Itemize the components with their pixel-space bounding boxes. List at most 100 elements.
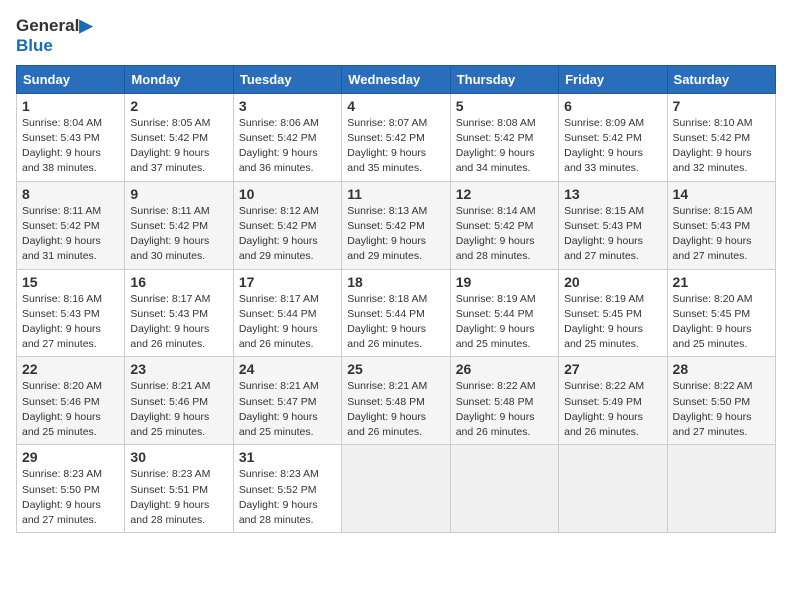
day-cell: 29 Sunrise: 8:23 AMSunset: 5:50 PMDaylig…: [17, 445, 125, 533]
day-cell: [559, 445, 667, 533]
header-cell-sunday: Sunday: [17, 65, 125, 93]
day-number: 27: [564, 361, 661, 377]
day-info: Sunrise: 8:23 AMSunset: 5:51 PMDaylight:…: [130, 467, 227, 528]
day-info: Sunrise: 8:13 AMSunset: 5:42 PMDaylight:…: [347, 204, 444, 265]
header-cell-thursday: Thursday: [450, 65, 558, 93]
day-cell: 5 Sunrise: 8:08 AMSunset: 5:42 PMDayligh…: [450, 93, 558, 181]
day-info: Sunrise: 8:23 AMSunset: 5:50 PMDaylight:…: [22, 467, 119, 528]
day-number: 5: [456, 98, 553, 114]
day-info: Sunrise: 8:04 AMSunset: 5:43 PMDaylight:…: [22, 116, 119, 177]
day-cell: 30 Sunrise: 8:23 AMSunset: 5:51 PMDaylig…: [125, 445, 233, 533]
header-cell-wednesday: Wednesday: [342, 65, 450, 93]
day-number: 1: [22, 98, 119, 114]
day-info: Sunrise: 8:16 AMSunset: 5:43 PMDaylight:…: [22, 292, 119, 353]
day-cell: 25 Sunrise: 8:21 AMSunset: 5:48 PMDaylig…: [342, 357, 450, 445]
day-number: 4: [347, 98, 444, 114]
day-info: Sunrise: 8:22 AMSunset: 5:49 PMDaylight:…: [564, 379, 661, 440]
day-info: Sunrise: 8:19 AMSunset: 5:44 PMDaylight:…: [456, 292, 553, 353]
day-cell: 4 Sunrise: 8:07 AMSunset: 5:42 PMDayligh…: [342, 93, 450, 181]
day-cell: 26 Sunrise: 8:22 AMSunset: 5:48 PMDaylig…: [450, 357, 558, 445]
day-cell: [667, 445, 775, 533]
calendar-table: SundayMondayTuesdayWednesdayThursdayFrid…: [16, 65, 776, 533]
header-cell-tuesday: Tuesday: [233, 65, 341, 93]
day-cell: 22 Sunrise: 8:20 AMSunset: 5:46 PMDaylig…: [17, 357, 125, 445]
day-cell: 18 Sunrise: 8:18 AMSunset: 5:44 PMDaylig…: [342, 269, 450, 357]
day-info: Sunrise: 8:09 AMSunset: 5:42 PMDaylight:…: [564, 116, 661, 177]
day-info: Sunrise: 8:23 AMSunset: 5:52 PMDaylight:…: [239, 467, 336, 528]
day-number: 25: [347, 361, 444, 377]
day-cell: 19 Sunrise: 8:19 AMSunset: 5:44 PMDaylig…: [450, 269, 558, 357]
day-info: Sunrise: 8:15 AMSunset: 5:43 PMDaylight:…: [673, 204, 770, 265]
day-cell: 11 Sunrise: 8:13 AMSunset: 5:42 PMDaylig…: [342, 181, 450, 269]
day-cell: 6 Sunrise: 8:09 AMSunset: 5:42 PMDayligh…: [559, 93, 667, 181]
logo: General▶ Blue: [16, 16, 92, 57]
week-row-3: 15 Sunrise: 8:16 AMSunset: 5:43 PMDaylig…: [17, 269, 776, 357]
day-info: Sunrise: 8:10 AMSunset: 5:42 PMDaylight:…: [673, 116, 770, 177]
day-info: Sunrise: 8:17 AMSunset: 5:44 PMDaylight:…: [239, 292, 336, 353]
day-info: Sunrise: 8:19 AMSunset: 5:45 PMDaylight:…: [564, 292, 661, 353]
week-row-2: 8 Sunrise: 8:11 AMSunset: 5:42 PMDayligh…: [17, 181, 776, 269]
day-cell: 31 Sunrise: 8:23 AMSunset: 5:52 PMDaylig…: [233, 445, 341, 533]
day-cell: 14 Sunrise: 8:15 AMSunset: 5:43 PMDaylig…: [667, 181, 775, 269]
day-info: Sunrise: 8:21 AMSunset: 5:48 PMDaylight:…: [347, 379, 444, 440]
day-number: 22: [22, 361, 119, 377]
day-number: 15: [22, 274, 119, 290]
day-cell: 13 Sunrise: 8:15 AMSunset: 5:43 PMDaylig…: [559, 181, 667, 269]
day-cell: 3 Sunrise: 8:06 AMSunset: 5:42 PMDayligh…: [233, 93, 341, 181]
day-cell: 24 Sunrise: 8:21 AMSunset: 5:47 PMDaylig…: [233, 357, 341, 445]
day-number: 28: [673, 361, 770, 377]
day-number: 6: [564, 98, 661, 114]
day-cell: 23 Sunrise: 8:21 AMSunset: 5:46 PMDaylig…: [125, 357, 233, 445]
day-info: Sunrise: 8:22 AMSunset: 5:48 PMDaylight:…: [456, 379, 553, 440]
day-number: 10: [239, 186, 336, 202]
header-cell-friday: Friday: [559, 65, 667, 93]
day-cell: 9 Sunrise: 8:11 AMSunset: 5:42 PMDayligh…: [125, 181, 233, 269]
day-cell: 12 Sunrise: 8:14 AMSunset: 5:42 PMDaylig…: [450, 181, 558, 269]
day-number: 30: [130, 449, 227, 465]
day-info: Sunrise: 8:15 AMSunset: 5:43 PMDaylight:…: [564, 204, 661, 265]
week-row-5: 29 Sunrise: 8:23 AMSunset: 5:50 PMDaylig…: [17, 445, 776, 533]
day-cell: 1 Sunrise: 8:04 AMSunset: 5:43 PMDayligh…: [17, 93, 125, 181]
day-info: Sunrise: 8:11 AMSunset: 5:42 PMDaylight:…: [22, 204, 119, 265]
week-row-1: 1 Sunrise: 8:04 AMSunset: 5:43 PMDayligh…: [17, 93, 776, 181]
day-cell: 7 Sunrise: 8:10 AMSunset: 5:42 PMDayligh…: [667, 93, 775, 181]
day-number: 11: [347, 186, 444, 202]
day-info: Sunrise: 8:17 AMSunset: 5:43 PMDaylight:…: [130, 292, 227, 353]
day-cell: 16 Sunrise: 8:17 AMSunset: 5:43 PMDaylig…: [125, 269, 233, 357]
day-info: Sunrise: 8:14 AMSunset: 5:42 PMDaylight:…: [456, 204, 553, 265]
day-number: 17: [239, 274, 336, 290]
header-row: SundayMondayTuesdayWednesdayThursdayFrid…: [17, 65, 776, 93]
day-cell: 8 Sunrise: 8:11 AMSunset: 5:42 PMDayligh…: [17, 181, 125, 269]
day-number: 19: [456, 274, 553, 290]
page-header: General▶ Blue: [16, 16, 776, 57]
day-number: 8: [22, 186, 119, 202]
day-info: Sunrise: 8:11 AMSunset: 5:42 PMDaylight:…: [130, 204, 227, 265]
day-cell: 28 Sunrise: 8:22 AMSunset: 5:50 PMDaylig…: [667, 357, 775, 445]
header-cell-saturday: Saturday: [667, 65, 775, 93]
day-number: 13: [564, 186, 661, 202]
day-cell: 17 Sunrise: 8:17 AMSunset: 5:44 PMDaylig…: [233, 269, 341, 357]
day-cell: 10 Sunrise: 8:12 AMSunset: 5:42 PMDaylig…: [233, 181, 341, 269]
day-number: 3: [239, 98, 336, 114]
day-cell: [450, 445, 558, 533]
day-cell: [342, 445, 450, 533]
day-info: Sunrise: 8:21 AMSunset: 5:47 PMDaylight:…: [239, 379, 336, 440]
day-number: 26: [456, 361, 553, 377]
day-number: 29: [22, 449, 119, 465]
day-info: Sunrise: 8:07 AMSunset: 5:42 PMDaylight:…: [347, 116, 444, 177]
day-cell: 27 Sunrise: 8:22 AMSunset: 5:49 PMDaylig…: [559, 357, 667, 445]
day-info: Sunrise: 8:20 AMSunset: 5:45 PMDaylight:…: [673, 292, 770, 353]
day-info: Sunrise: 8:12 AMSunset: 5:42 PMDaylight:…: [239, 204, 336, 265]
day-number: 12: [456, 186, 553, 202]
week-row-4: 22 Sunrise: 8:20 AMSunset: 5:46 PMDaylig…: [17, 357, 776, 445]
day-info: Sunrise: 8:08 AMSunset: 5:42 PMDaylight:…: [456, 116, 553, 177]
day-number: 20: [564, 274, 661, 290]
day-number: 23: [130, 361, 227, 377]
day-number: 9: [130, 186, 227, 202]
day-number: 7: [673, 98, 770, 114]
day-info: Sunrise: 8:18 AMSunset: 5:44 PMDaylight:…: [347, 292, 444, 353]
day-info: Sunrise: 8:21 AMSunset: 5:46 PMDaylight:…: [130, 379, 227, 440]
day-cell: 2 Sunrise: 8:05 AMSunset: 5:42 PMDayligh…: [125, 93, 233, 181]
day-cell: 20 Sunrise: 8:19 AMSunset: 5:45 PMDaylig…: [559, 269, 667, 357]
logo-text: General▶ Blue: [16, 16, 92, 57]
